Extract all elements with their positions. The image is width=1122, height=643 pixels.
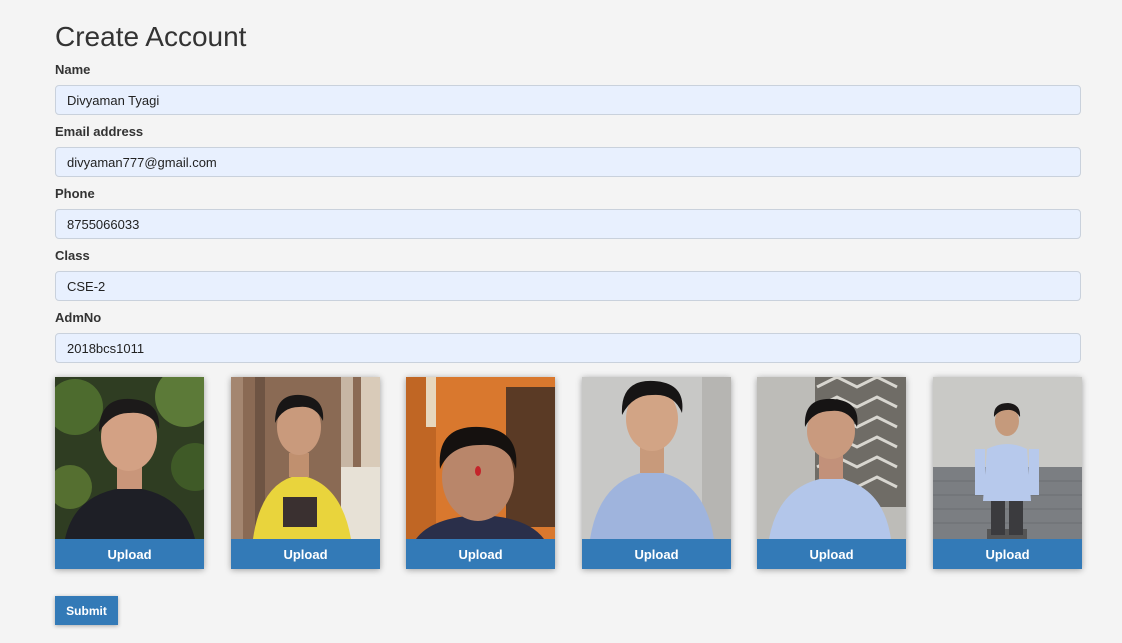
upload-button-2[interactable]: Upload bbox=[231, 539, 380, 569]
photo-1-image bbox=[55, 377, 204, 539]
upload-button-4[interactable]: Upload bbox=[582, 539, 731, 569]
submit-button[interactable]: Submit bbox=[55, 596, 118, 625]
create-account-form: Create Account Name Email address Phone … bbox=[55, 0, 1082, 569]
photo-4-image bbox=[582, 377, 731, 539]
email-input[interactable] bbox=[55, 147, 1081, 177]
class-label: Class bbox=[55, 248, 90, 263]
admno-label: AdmNo bbox=[55, 310, 102, 325]
admno-input[interactable] bbox=[55, 333, 1081, 363]
phone-input[interactable] bbox=[55, 209, 1081, 239]
photo-gallery: Upload Upload Upload Upload Upload Uploa… bbox=[55, 377, 1082, 569]
photo-card-5: Upload bbox=[757, 377, 906, 569]
upload-button-1[interactable]: Upload bbox=[55, 539, 204, 569]
upload-button-5[interactable]: Upload bbox=[757, 539, 906, 569]
name-input[interactable] bbox=[55, 85, 1081, 115]
class-input[interactable] bbox=[55, 271, 1081, 301]
photo-card-2: Upload bbox=[231, 377, 380, 569]
upload-button-6[interactable]: Upload bbox=[933, 539, 1082, 569]
email-field-group: Email address bbox=[55, 124, 1081, 177]
email-label: Email address bbox=[55, 124, 144, 139]
photo-6-image bbox=[933, 377, 1082, 539]
photo-2-image bbox=[231, 377, 380, 539]
page-title: Create Account bbox=[55, 21, 247, 52]
admno-field-group: AdmNo bbox=[55, 310, 1081, 363]
name-field-group: Name bbox=[55, 62, 1081, 115]
photo-card-1: Upload bbox=[55, 377, 204, 569]
class-field-group: Class bbox=[55, 248, 1081, 301]
photo-5-image bbox=[757, 377, 906, 539]
photo-card-4: Upload bbox=[582, 377, 731, 569]
photo-card-3: Upload bbox=[406, 377, 555, 569]
photo-card-6: Upload bbox=[933, 377, 1082, 569]
phone-label: Phone bbox=[55, 186, 95, 201]
name-label: Name bbox=[55, 62, 91, 77]
upload-button-3[interactable]: Upload bbox=[406, 539, 555, 569]
photo-3-image bbox=[406, 377, 555, 539]
phone-field-group: Phone bbox=[55, 186, 1081, 239]
